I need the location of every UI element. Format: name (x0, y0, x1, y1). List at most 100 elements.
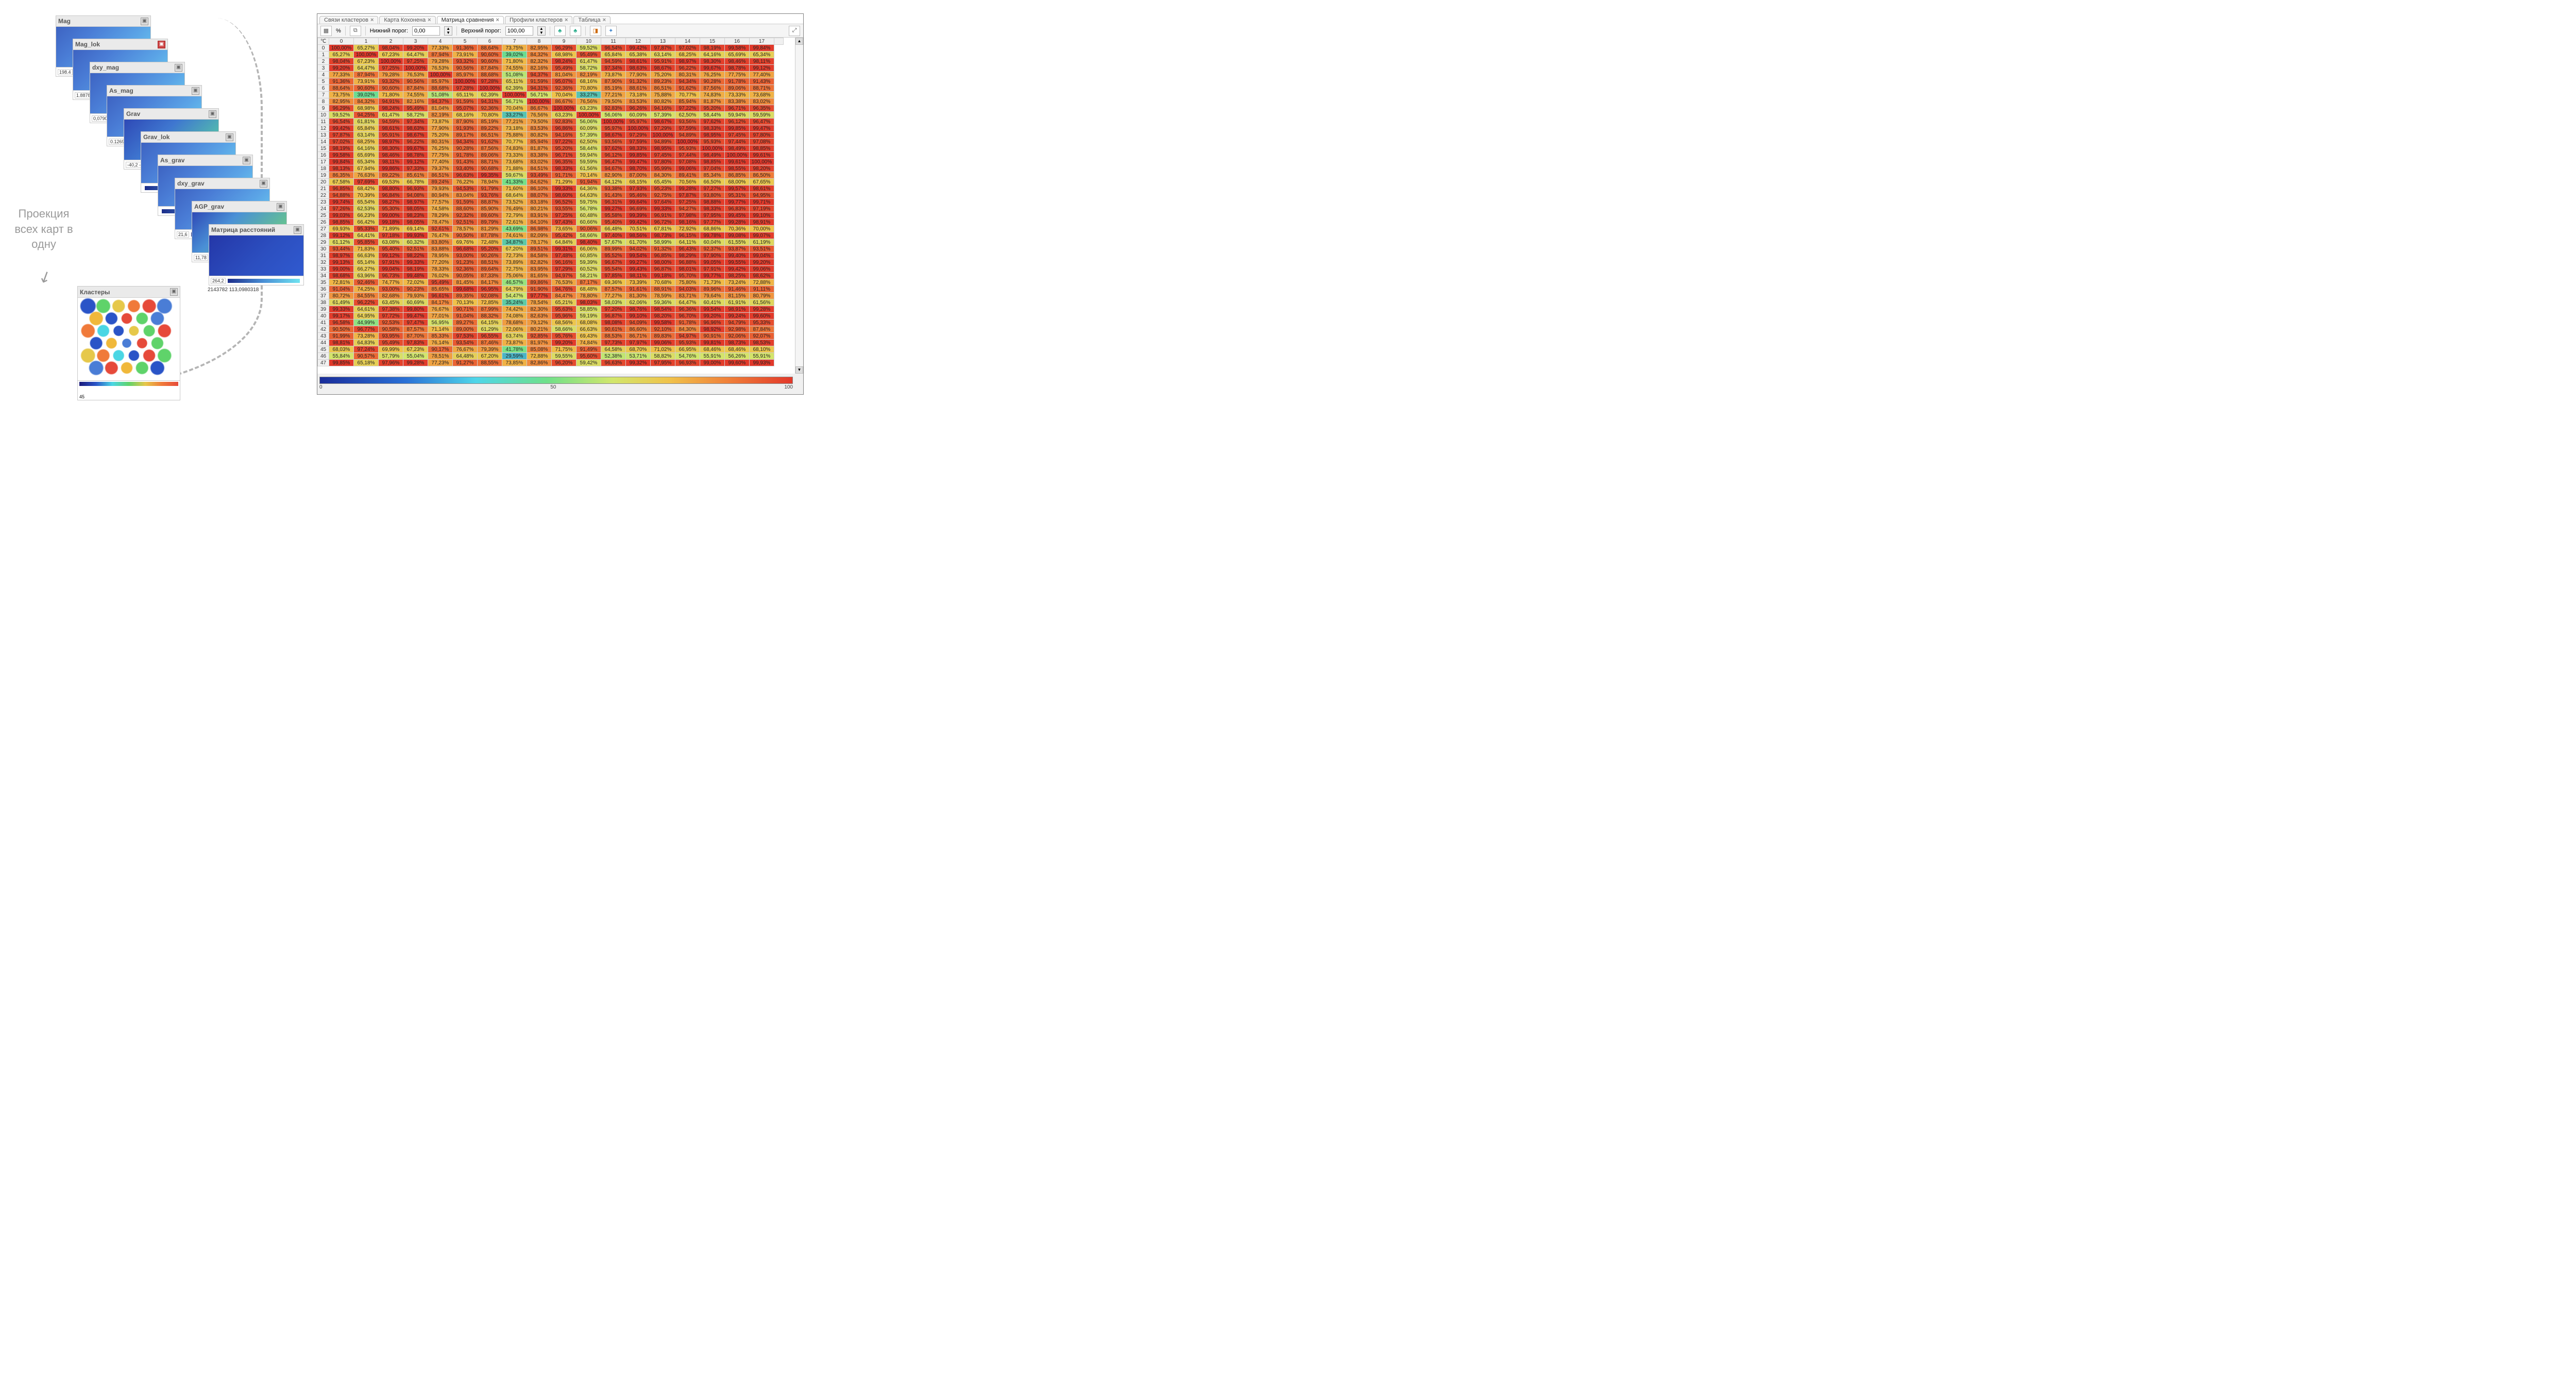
matrix-cell[interactable]: 61,70% (626, 239, 651, 246)
matrix-cell[interactable]: 90,60% (478, 52, 502, 58)
matrix-cell[interactable]: 66,63% (354, 252, 379, 259)
matrix-cell[interactable]: 98,81% (329, 340, 354, 346)
matrix-cell[interactable]: 73,87% (502, 340, 527, 346)
matrix-cell[interactable]: 91,90% (527, 286, 552, 293)
matrix-cell[interactable]: 97,24% (354, 346, 379, 353)
matrix-cell[interactable]: 96,70% (675, 313, 700, 319)
matrix-cell[interactable]: 60,85% (577, 252, 601, 259)
matrix-cell[interactable]: 99,28% (403, 360, 428, 366)
matrix-cell[interactable]: 98,19% (700, 45, 725, 52)
matrix-cell[interactable]: 98,80% (379, 186, 403, 192)
matrix-cell[interactable]: 91,32% (651, 246, 675, 252)
matrix-cell[interactable]: 83,18% (527, 199, 552, 206)
matrix-cell[interactable]: 91,43% (601, 192, 626, 199)
matrix-cell[interactable]: 46,57% (502, 279, 527, 286)
matrix-cell[interactable]: 68,16% (577, 78, 601, 85)
matrix-cell[interactable]: 88,07% (527, 192, 552, 199)
matrix-cell[interactable]: 68,03% (329, 346, 354, 353)
matrix-cell[interactable]: 93,76% (478, 192, 502, 199)
matrix-cell[interactable]: 87,17% (577, 279, 601, 286)
matrix-cell[interactable]: 92,06% (725, 333, 750, 340)
matrix-cell[interactable]: 83,04% (453, 192, 478, 199)
close-icon[interactable]: ▣ (170, 288, 178, 296)
matrix-cell[interactable]: 61,47% (379, 112, 403, 119)
matrix-cell[interactable]: 71,60% (502, 186, 527, 192)
matrix-cell[interactable]: 60,69% (403, 299, 428, 306)
matrix-cell[interactable]: 97,28% (453, 85, 478, 92)
matrix-cell[interactable]: 59,52% (577, 45, 601, 52)
matrix-cell[interactable]: 78,80% (577, 293, 601, 299)
matrix-cell[interactable]: 98,49% (725, 145, 750, 152)
matrix-cell[interactable]: 70,14% (577, 172, 601, 179)
matrix-cell[interactable]: 61,47% (577, 58, 601, 65)
matrix-cell[interactable]: 66,06% (577, 246, 601, 252)
matrix-cell[interactable]: 65,11% (502, 78, 527, 85)
matrix-cell[interactable]: 97,44% (675, 152, 700, 159)
matrix-cell[interactable]: 78,17% (527, 239, 552, 246)
matrix-cell[interactable]: 94,27% (675, 206, 700, 212)
close-icon[interactable]: ▣ (209, 110, 216, 118)
matrix-cell[interactable]: 97,98% (675, 212, 700, 219)
matrix-cell[interactable]: 96,95% (478, 286, 502, 293)
matrix-cell[interactable]: 59,52% (329, 112, 354, 119)
matrix-cell[interactable]: 86,35% (329, 172, 354, 179)
matrix-cell[interactable]: 97,73% (601, 340, 626, 346)
matrix-cell[interactable]: 99,93% (403, 232, 428, 239)
matrix-cell[interactable]: 53,71% (626, 353, 651, 360)
matrix-cell[interactable]: 73,91% (453, 52, 478, 58)
matrix-cell[interactable]: 95,46% (626, 192, 651, 199)
matrix-cell[interactable]: 65,54% (354, 199, 379, 206)
matrix-cell[interactable]: 98,95% (651, 145, 675, 152)
matrix-cell[interactable]: 69,99% (379, 346, 403, 353)
matrix-cell[interactable]: 84,10% (527, 219, 552, 226)
matrix-cell[interactable]: 59,94% (577, 152, 601, 159)
matrix-cell[interactable]: 78,94% (478, 179, 502, 186)
matrix-cell[interactable]: 77,90% (428, 125, 453, 132)
tab-close-icon[interactable]: × (428, 17, 431, 23)
matrix-cell[interactable]: 83,38% (725, 98, 750, 105)
matrix-cell[interactable]: 99,06% (675, 165, 700, 172)
matrix-cell[interactable]: 99,27% (601, 206, 626, 212)
matrix-cell[interactable]: 92,36% (453, 266, 478, 273)
matrix-cell[interactable]: 99,12% (379, 252, 403, 259)
matrix-cell[interactable]: 95,40% (601, 219, 626, 226)
matrix-cell[interactable]: 94,37% (428, 98, 453, 105)
matrix-cell[interactable]: 99,67% (700, 65, 725, 72)
matrix-cell[interactable]: 61,29% (478, 326, 502, 333)
matrix-cell[interactable]: 94,34% (675, 78, 700, 85)
matrix-cell[interactable]: 57,39% (577, 132, 601, 139)
matrix-cell[interactable]: 96,55% (478, 333, 502, 340)
matrix-cell[interactable]: 73,75% (502, 45, 527, 52)
matrix-cell[interactable]: 66,42% (354, 219, 379, 226)
matrix-cell[interactable]: 93,55% (552, 206, 577, 212)
matrix-cell[interactable]: 95,60% (577, 353, 601, 360)
matrix-cell[interactable]: 90,50% (329, 326, 354, 333)
matrix-cell[interactable]: 79,64% (700, 293, 725, 299)
matrix-cell[interactable]: 94,97% (552, 273, 577, 279)
matrix-cell[interactable]: 76,25% (428, 145, 453, 152)
matrix-cell[interactable]: 99,86% (379, 165, 403, 172)
matrix-cell[interactable]: 72,02% (403, 279, 428, 286)
matrix-cell[interactable]: 78,54% (527, 299, 552, 306)
matrix-cell[interactable]: 87,99% (478, 306, 502, 313)
matrix-cell[interactable]: 60,41% (700, 299, 725, 306)
matrix-cell[interactable]: 94,67% (601, 165, 626, 172)
matrix-cell[interactable]: 98,16% (675, 219, 700, 226)
matrix-cell[interactable]: 99,31% (552, 246, 577, 252)
matrix-cell[interactable]: 99,33% (651, 206, 675, 212)
matrix-cell[interactable]: 97,25% (379, 65, 403, 72)
matrix-cell[interactable]: 77,21% (502, 119, 527, 125)
matrix-cell[interactable]: 64,79% (502, 286, 527, 293)
matrix-cell[interactable]: 87,84% (478, 65, 502, 72)
close-icon[interactable]: ▣ (277, 203, 284, 211)
matrix-cell[interactable]: 100,00% (502, 92, 527, 98)
matrix-cell[interactable]: 98,30% (379, 145, 403, 152)
matrix-cell[interactable]: 91,99% (329, 333, 354, 340)
matrix-cell[interactable]: 86,71% (626, 333, 651, 340)
matrix-cell[interactable]: 89,35% (453, 293, 478, 299)
matrix-cell[interactable]: 68,98% (354, 105, 379, 112)
matrix-cell[interactable]: 91,61% (626, 286, 651, 293)
matrix-cell[interactable]: 97,45% (725, 132, 750, 139)
matrix-cell[interactable]: 83,80% (428, 239, 453, 246)
matrix-cell[interactable]: 86,85% (725, 172, 750, 179)
